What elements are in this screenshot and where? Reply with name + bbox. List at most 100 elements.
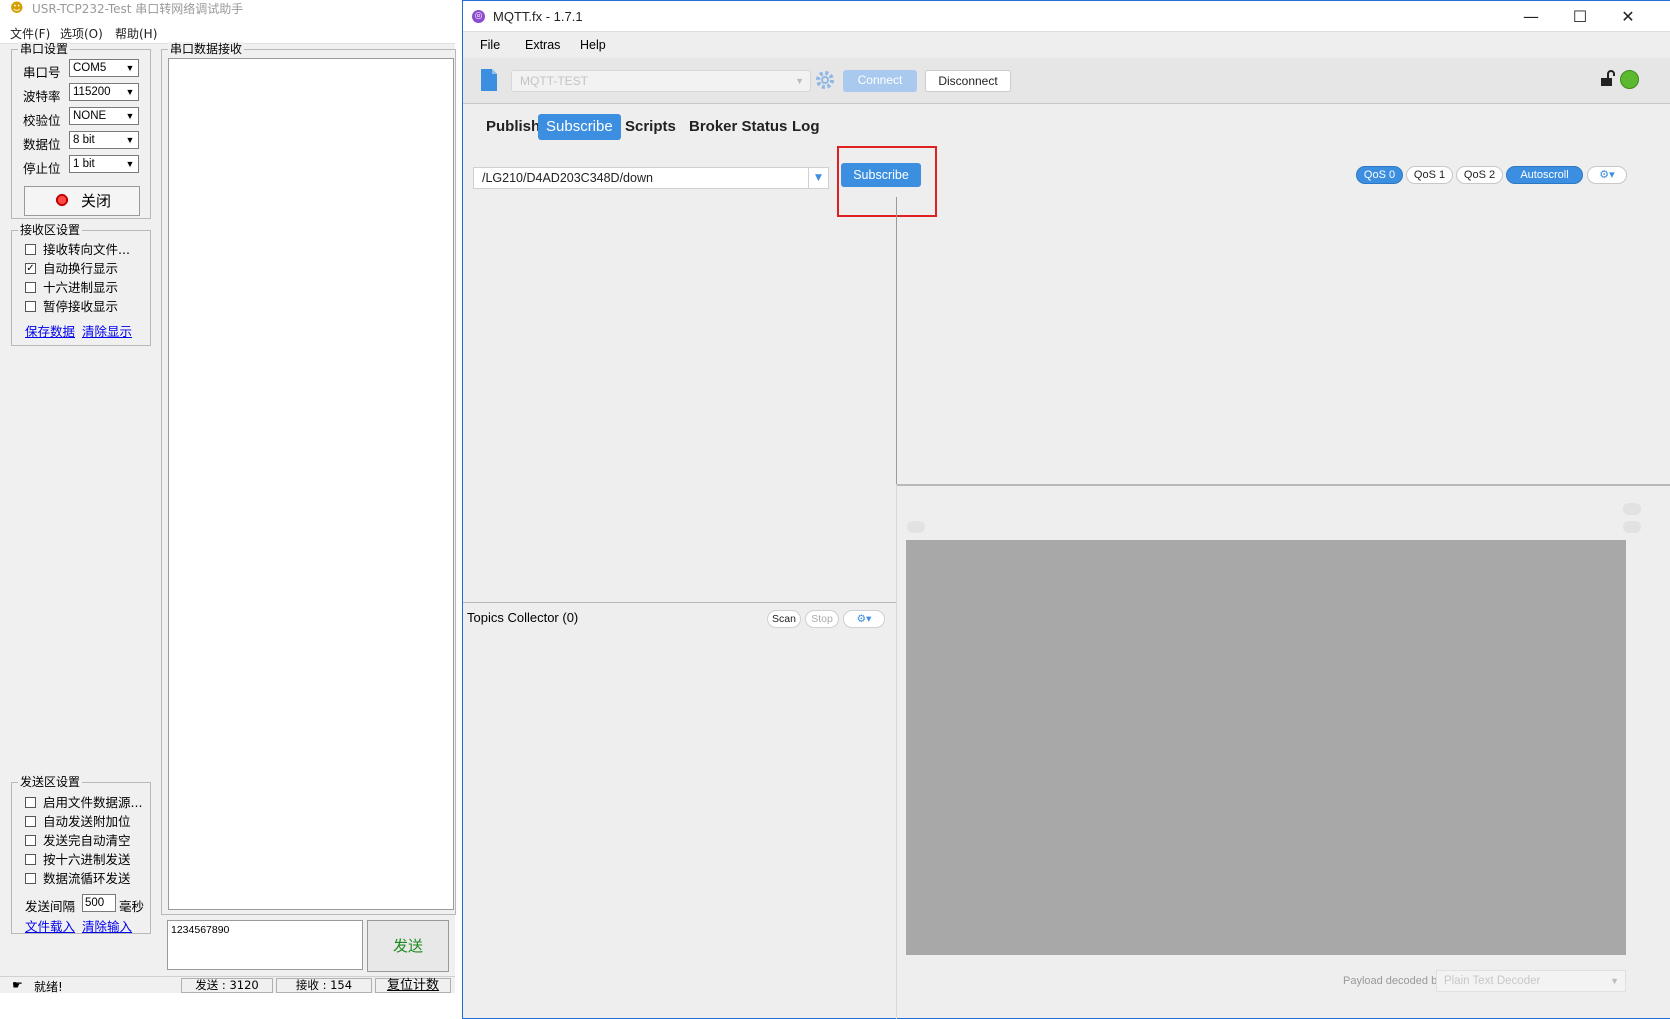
auto-clear-checkbox[interactable]: 发送完自动清空 — [25, 833, 131, 849]
menu-file[interactable]: 文件(F) — [10, 25, 50, 42]
menu-file[interactable]: File — [480, 38, 500, 52]
tab-broker-status[interactable]: Broker Status — [681, 114, 795, 140]
highlight-box — [837, 146, 937, 217]
mqttfx-window: ◎ MQTT.fx - 1.7.1 — ☐ ✕ File Extras Help… — [462, 0, 1670, 1019]
horizontal-splitter-right[interactable] — [896, 484, 1670, 486]
send-input[interactable]: 1234567890 — [167, 920, 363, 970]
serial-settings-legend: 串口设置 — [18, 42, 71, 56]
hex-send-checkbox[interactable]: 按十六进制发送 — [25, 852, 131, 868]
autoscroll-toggle[interactable]: Autoscroll — [1506, 166, 1583, 184]
file-icon[interactable] — [480, 68, 498, 92]
reset-count-button[interactable]: 复位计数 — [375, 978, 451, 993]
interval-unit: 毫秒 — [119, 899, 145, 914]
save-data-link[interactable]: 保存数据 — [25, 321, 75, 340]
usr-status-bar: ☛ 就绪! 发送 : 3120 接收 : 154 复位计数 — [0, 976, 455, 994]
disconnect-button[interactable]: Disconnect — [925, 70, 1011, 92]
usr-menu-bar: 文件(F) 选项(O) 帮助(H) — [0, 22, 455, 44]
mqtt-menu-bar: File Extras Help — [463, 32, 1670, 58]
port-select[interactable]: COM5 ▼ — [69, 59, 139, 77]
profile-select[interactable]: MQTT-TEST ▼ — [511, 70, 811, 92]
clear-display-link[interactable]: 清除显示 — [82, 321, 132, 340]
connection-status-icon — [1620, 70, 1639, 89]
send-button[interactable]: 发送 — [367, 920, 449, 972]
close-port-button[interactable]: 关闭 — [24, 186, 140, 216]
stopbits-label: 停止位 — [23, 161, 61, 176]
checkbox-checked: ✓ — [25, 263, 36, 274]
stop-button[interactable]: Stop — [805, 610, 839, 628]
close-icon[interactable]: ✕ — [1608, 5, 1648, 29]
qos1-button[interactable]: QoS 1 — [1406, 166, 1453, 184]
port-label: 串口号 — [23, 65, 61, 80]
checkbox-box — [25, 282, 36, 293]
file-source-checkbox[interactable]: 启用文件数据源... — [25, 795, 142, 811]
databits-select[interactable]: 8 bit ▼ — [69, 131, 139, 149]
usr-tcp232-window: ☻ USR-TCP232-Test 串口转网络调试助手 文件(F) 选项(O) … — [0, 0, 456, 994]
chevron-down-icon: ▼ — [795, 76, 804, 86]
qos0-button[interactable]: QoS 0 — [1356, 166, 1403, 184]
horizontal-splitter-left[interactable] — [463, 602, 896, 603]
menu-help[interactable]: 帮助(H) — [115, 25, 157, 42]
send-settings-legend: 发送区设置 — [18, 775, 83, 789]
chevron-down-icon: ▼ — [125, 111, 135, 121]
scroll-indicator — [1623, 521, 1641, 533]
vertical-splitter[interactable] — [896, 197, 897, 484]
payload-area[interactable] — [906, 540, 1626, 955]
mqtt-title-bar: ◎ MQTT.fx - 1.7.1 — ☐ ✕ — [463, 0, 1670, 32]
profile-value: MQTT-TEST — [520, 74, 588, 88]
pause-display-checkbox[interactable]: 暂停接收显示 — [25, 299, 118, 315]
tab-scripts[interactable]: Scripts — [617, 114, 684, 140]
chevron-down-icon: ▼ — [125, 63, 135, 73]
checkbox-box — [25, 835, 36, 846]
checkbox-label: 启用文件数据源... — [43, 795, 143, 810]
menu-help[interactable]: Help — [580, 38, 606, 52]
recv-area-legend: 串口数据接收 — [168, 42, 245, 56]
checkbox-label: 数据流循环发送 — [43, 871, 131, 886]
menu-options[interactable]: 选项(O) — [60, 25, 103, 42]
clear-input-link[interactable]: 清除输入 — [82, 916, 132, 935]
checkbox-label: 自动发送附加位 — [43, 814, 131, 829]
mqttfx-logo-icon: ◎ — [472, 10, 485, 23]
load-file-link[interactable]: 文件载入 — [25, 916, 75, 935]
checkbox-label: 发送完自动清空 — [43, 833, 131, 848]
chevron-down-icon[interactable]: ▼ — [809, 167, 829, 189]
append-bits-checkbox[interactable]: 自动发送附加位 — [25, 814, 131, 830]
recv-data-textarea[interactable] — [168, 58, 454, 910]
checkbox-box — [25, 854, 36, 865]
topic-input[interactable]: /LG210/D4AD203C348D/down — [473, 167, 809, 189]
checkbox-box — [25, 873, 36, 884]
decoder-select[interactable]: Plain Text Decoder ▼ — [1436, 970, 1626, 992]
chevron-down-icon: ▼ — [125, 135, 135, 145]
scroll-indicator — [1623, 503, 1641, 515]
recv-to-file-checkbox[interactable]: 接收转向文件... — [25, 242, 130, 258]
baud-select[interactable]: 115200 ▼ — [69, 83, 139, 101]
connect-button[interactable]: Connect — [843, 70, 917, 92]
scan-button[interactable]: Scan — [767, 610, 801, 628]
tab-log[interactable]: Log — [784, 114, 828, 140]
checkbox-box — [25, 301, 36, 312]
status-ready: 就绪! — [34, 980, 63, 994]
gear-icon[interactable] — [815, 70, 835, 90]
usr-window-title: USR-TCP232-Test 串口转网络调试助手 — [32, 2, 244, 16]
qos2-button[interactable]: QoS 2 — [1456, 166, 1503, 184]
collector-settings-icon[interactable]: ⚙▾ — [843, 610, 885, 628]
checkbox-box — [25, 244, 36, 255]
maximize-icon[interactable]: ☐ — [1560, 5, 1600, 29]
settings-dropdown-icon[interactable]: ⚙▾ — [1587, 166, 1627, 184]
parity-select[interactable]: NONE ▼ — [69, 107, 139, 125]
checkbox-label: 按十六进制发送 — [43, 852, 131, 867]
menu-extras[interactable]: Extras — [525, 38, 560, 52]
checkbox-label: 十六进制显示 — [43, 280, 119, 295]
usr-title-bar: ☻ USR-TCP232-Test 串口转网络调试助手 — [0, 0, 455, 22]
recv-settings-legend: 接收区设置 — [18, 223, 83, 237]
chevron-down-icon: ▼ — [125, 159, 135, 169]
interval-input[interactable]: 500 — [82, 894, 116, 912]
stopbits-value: 1 bit — [73, 158, 95, 170]
loop-send-checkbox[interactable]: 数据流循环发送 — [25, 871, 131, 887]
payload-decoded-label: Payload decoded by — [1343, 975, 1443, 987]
tab-subscribe[interactable]: Subscribe — [538, 114, 621, 140]
hex-display-checkbox[interactable]: 十六进制显示 — [25, 280, 118, 296]
minimize-icon[interactable]: — — [1511, 5, 1551, 29]
stopbits-select[interactable]: 1 bit ▼ — [69, 155, 139, 173]
auto-wrap-checkbox[interactable]: ✓ 自动换行显示 — [25, 261, 118, 277]
connection-toolbar: MQTT-TEST ▼ Connect Disconnect — [463, 58, 1670, 104]
